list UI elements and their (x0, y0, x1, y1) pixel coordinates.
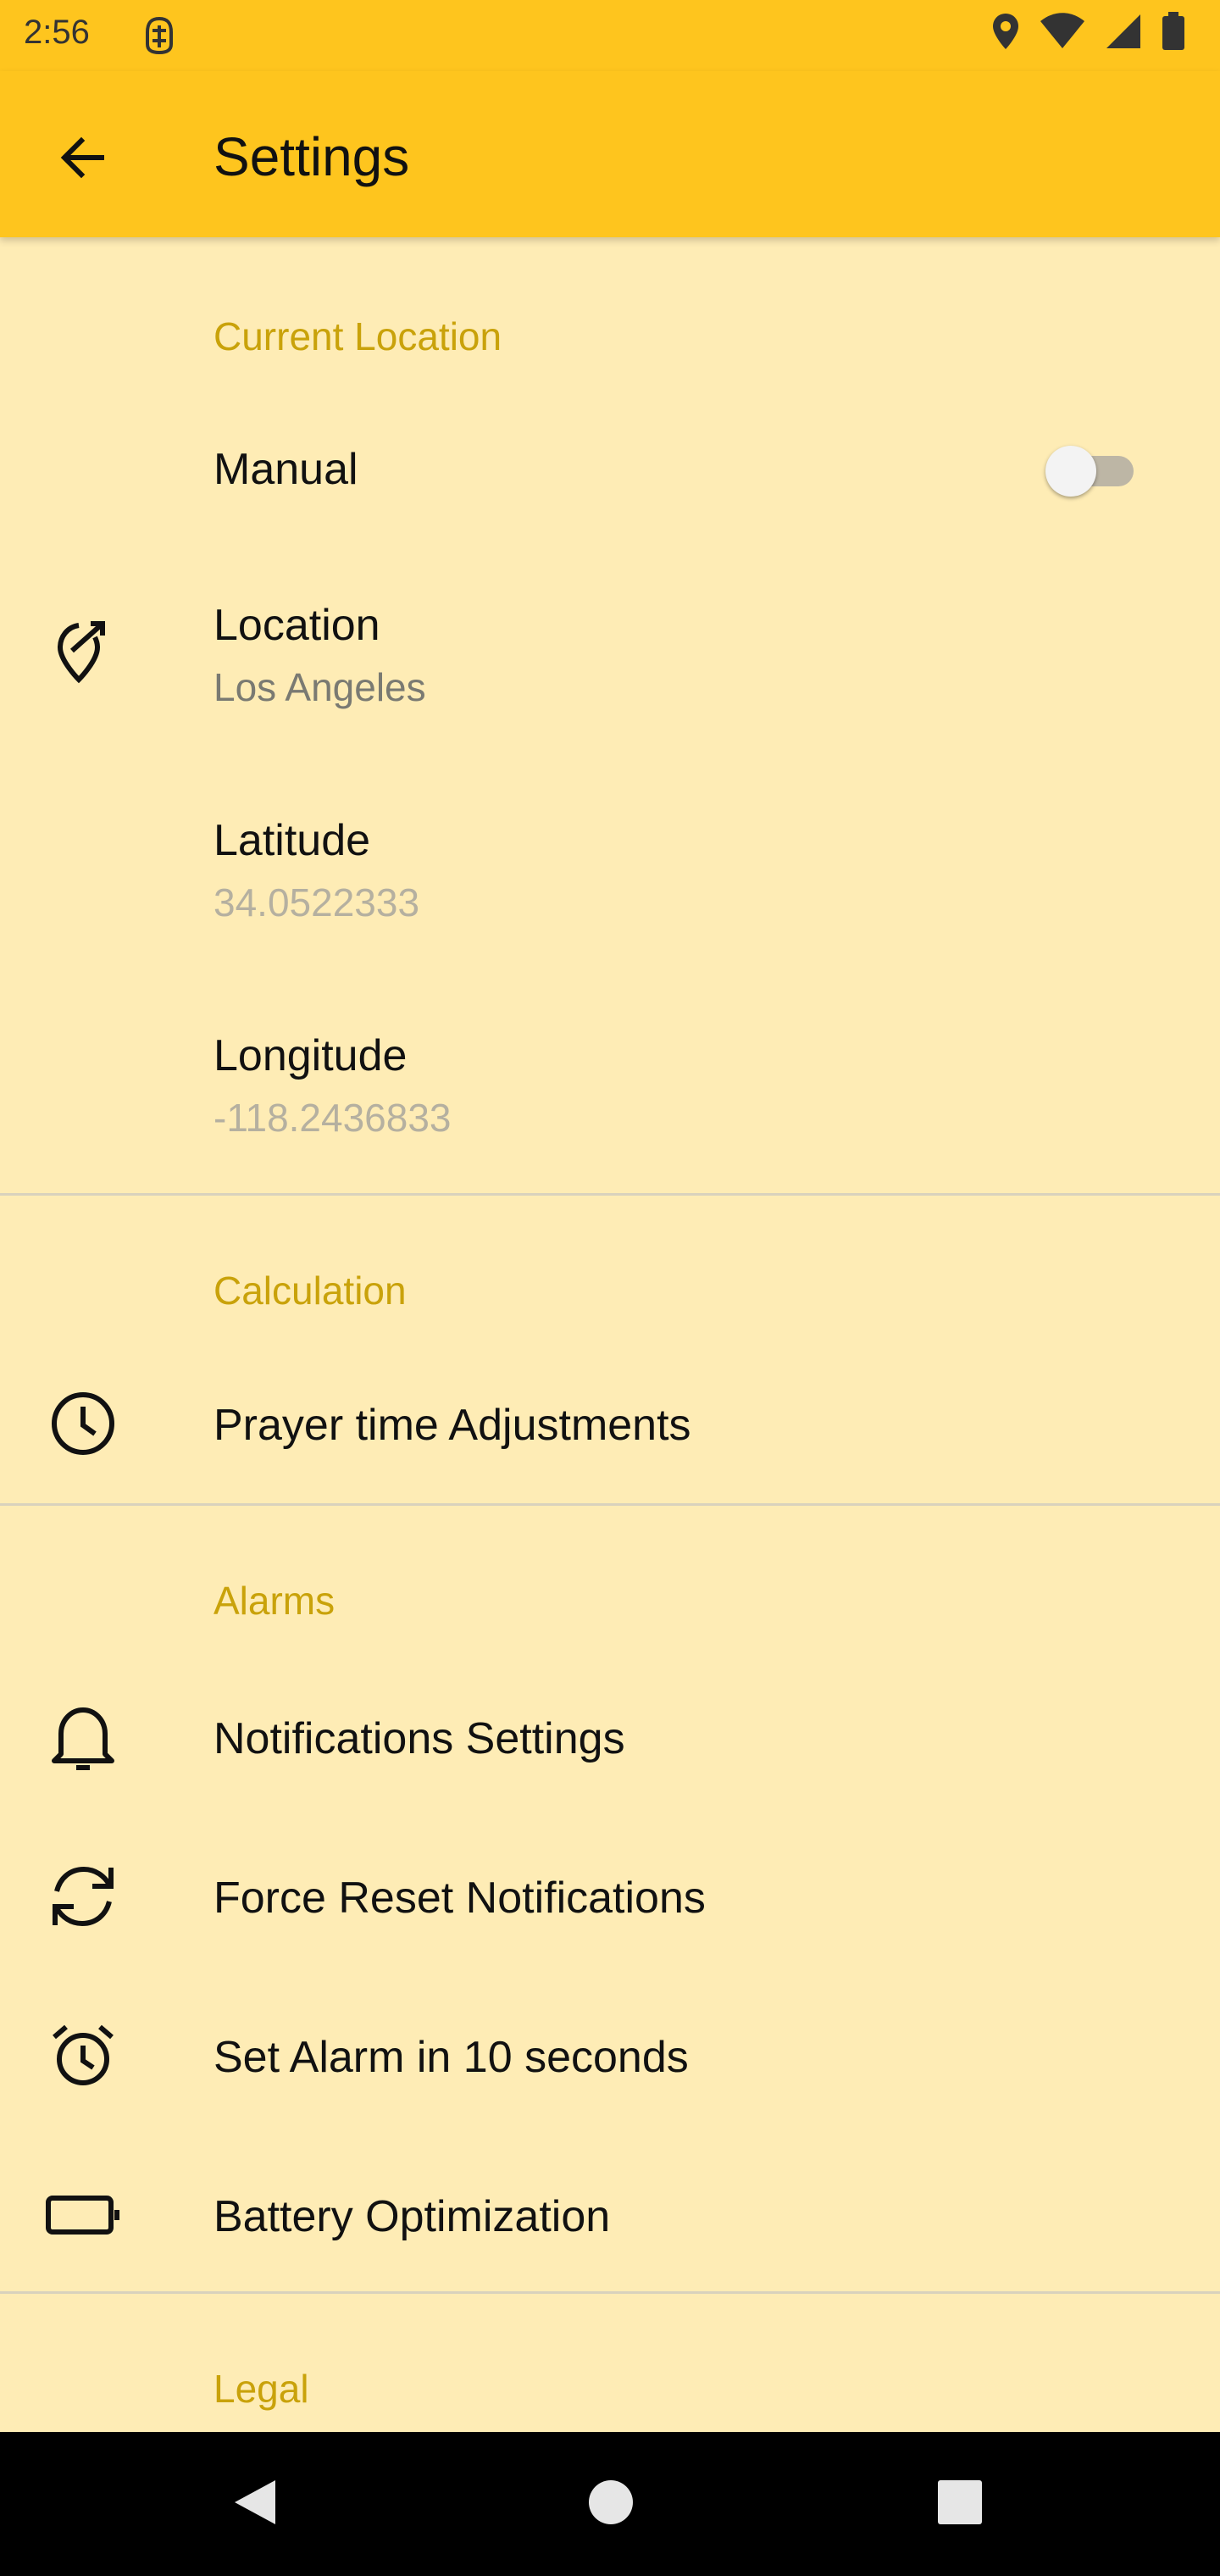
battery-icon (1161, 12, 1186, 55)
back-button[interactable] (47, 124, 119, 195)
section-header-legal: Legal (214, 2367, 309, 2411)
setting-latitude-title: Latitude (214, 816, 371, 865)
setting-set-alarm-title: Set Alarm in 10 seconds (214, 2033, 689, 2082)
setting-location-title: Location (214, 601, 380, 650)
setting-force-reset[interactable]: Force Reset Notifications (0, 1846, 1220, 1947)
system-nav-bar (0, 2432, 1220, 2576)
setting-latitude[interactable]: Latitude 34.0522333 (0, 800, 1220, 944)
sim-status-icon (141, 15, 178, 60)
section-header-calculation: Calculation (214, 1269, 407, 1313)
setting-longitude-title: Longitude (214, 1031, 408, 1080)
location-icon (991, 12, 1020, 55)
refresh-icon (41, 1854, 125, 1939)
divider (0, 1503, 1220, 1506)
wifi-icon (1039, 13, 1086, 54)
nav-back-button[interactable] (208, 2457, 302, 2551)
nav-back-icon (231, 2477, 279, 2532)
setting-force-reset-title: Force Reset Notifications (214, 1874, 706, 1923)
setting-location-value: Los Angeles (214, 665, 426, 709)
status-bar: 2:56 (0, 0, 1220, 71)
arrow-left-icon (58, 132, 108, 187)
divider (0, 2291, 1220, 2294)
location-edit-icon (41, 610, 125, 695)
page-title: Settings (214, 126, 410, 187)
nav-home-icon (587, 2479, 635, 2530)
setting-notifications-settings-title: Notifications Settings (214, 1714, 625, 1763)
setting-set-alarm[interactable]: Set Alarm in 10 seconds (0, 2005, 1220, 2107)
setting-location[interactable]: Location Los Angeles (0, 585, 1220, 729)
nav-home-button[interactable] (564, 2457, 657, 2551)
app-bar: Settings (0, 71, 1220, 237)
setting-prayer-adjustments-title: Prayer time Adjustments (214, 1401, 691, 1450)
signal-icon (1105, 13, 1142, 54)
toggle-thumb (1045, 446, 1096, 497)
setting-battery-optimization-title: Battery Optimization (214, 2192, 611, 2241)
bell-icon (41, 1695, 125, 1779)
setting-manual-title: Manual (214, 445, 358, 494)
alarm-clock-icon (41, 2013, 125, 2098)
status-time: 2:56 (24, 14, 90, 51)
setting-latitude-value: 34.0522333 (214, 880, 420, 924)
divider (0, 1193, 1220, 1196)
nav-recents-icon (936, 2479, 984, 2530)
setting-notifications-settings[interactable]: Notifications Settings (0, 1686, 1220, 1788)
section-header-alarms: Alarms (214, 1579, 336, 1623)
manual-toggle[interactable] (1045, 434, 1140, 502)
nav-recents-button[interactable] (913, 2457, 1006, 2551)
setting-longitude[interactable]: Longitude -118.2436833 (0, 1015, 1220, 1159)
setting-longitude-value: -118.2436833 (214, 1096, 452, 1140)
setting-manual[interactable]: Manual (0, 415, 1220, 525)
setting-battery-optimization[interactable]: Battery Optimization (0, 2164, 1220, 2266)
status-icons (991, 12, 1186, 55)
clock-icon (41, 1381, 125, 1466)
battery-outline-icon (41, 2173, 125, 2257)
section-header-current-location: Current Location (214, 314, 502, 358)
setting-prayer-adjustments[interactable]: Prayer time Adjustments (0, 1373, 1220, 1474)
